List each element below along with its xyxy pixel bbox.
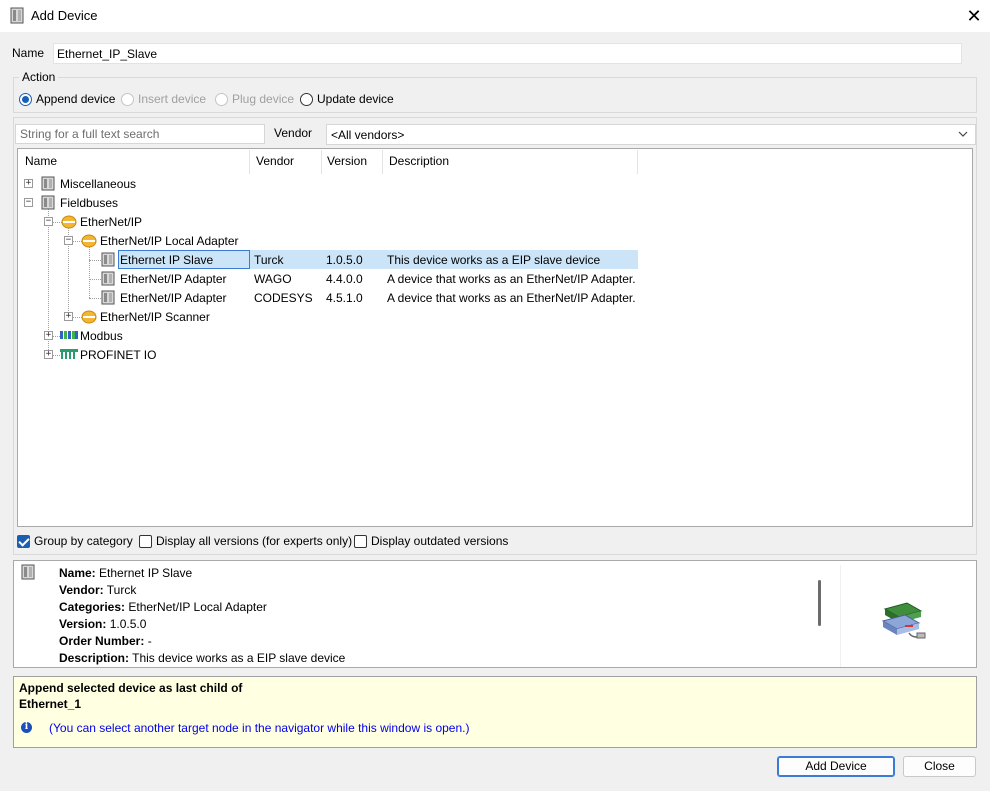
column-header-name[interactable]: Name — [19, 154, 57, 174]
table-cell-description: A device that works as an EtherNet/IP Ad… — [387, 272, 636, 286]
group-by-category-label[interactable]: Group by category — [34, 534, 133, 548]
collapse-icon[interactable]: − — [64, 236, 73, 245]
expand-icon[interactable]: + — [44, 350, 53, 359]
table-cell-vendor: WAGO — [254, 272, 292, 286]
display-outdated-label[interactable]: Display outdated versions — [371, 534, 508, 548]
collapse-icon[interactable]: − — [44, 217, 53, 226]
table-cell-vendor: Turck — [254, 253, 284, 267]
display-all-versions-checkbox[interactable] — [139, 535, 152, 548]
window-title: Add Device — [31, 8, 98, 23]
plug-device-radio — [215, 93, 228, 106]
column-header-description[interactable]: Description — [383, 154, 449, 174]
device-icon — [10, 7, 24, 24]
ethernet-ip-icon — [81, 234, 97, 248]
insert-device-radio — [121, 93, 134, 106]
expand-icon[interactable]: + — [24, 179, 33, 188]
tree-node-ethernet-ip-scanner[interactable]: EtherNet/IP Scanner — [100, 308, 210, 326]
device-icon — [41, 195, 55, 210]
update-device-radio[interactable] — [300, 93, 313, 106]
tree-line — [89, 279, 101, 280]
append-device-label[interactable]: Append device — [36, 92, 115, 106]
detail-version: Version: 1.0.5.0 — [59, 617, 147, 631]
chevron-down-icon[interactable] — [956, 127, 970, 141]
device-tree[interactable] — [17, 148, 973, 527]
device-preview-image — [840, 565, 960, 667]
insert-device-label: Insert device — [138, 92, 207, 106]
device-image-icon — [881, 602, 926, 639]
modbus-icon — [60, 331, 78, 339]
vendor-label: Vendor — [274, 126, 313, 140]
device-icon — [41, 176, 55, 191]
device-icon — [101, 271, 115, 286]
tree-line — [89, 246, 90, 298]
table-cell-description: A device that works as an EtherNet/IP Ad… — [387, 291, 636, 305]
ethernet-ip-icon — [81, 310, 97, 324]
tree-node-profinet-io[interactable]: PROFINET IO — [80, 346, 156, 364]
tree-line — [89, 260, 101, 261]
column-header-version[interactable]: Version — [321, 154, 367, 174]
ethernet-ip-icon — [61, 215, 77, 229]
vendor-select[interactable]: <All vendors> — [326, 124, 976, 145]
update-device-label[interactable]: Update device — [317, 92, 394, 106]
plug-device-label: Plug device — [232, 92, 295, 106]
column-header-vendor[interactable]: Vendor — [250, 154, 294, 174]
device-icon — [21, 564, 35, 580]
tree-node-modbus[interactable]: Modbus — [80, 327, 123, 345]
expand-icon[interactable]: + — [44, 331, 53, 340]
profinet-icon — [60, 349, 78, 359]
info-icon: i — [21, 722, 32, 733]
hint-line-1: Append selected device as last child of — [19, 681, 243, 695]
group-by-category-checkbox[interactable] — [17, 535, 30, 548]
expand-icon[interactable]: + — [64, 312, 73, 321]
detail-order-number: Order Number: - — [59, 634, 152, 648]
title-bar — [0, 0, 990, 32]
device-details-panel: Name: Ethernet IP Slave Vendor: Turck Ca… — [13, 560, 977, 668]
add-device-button[interactable]: Add Device — [777, 756, 895, 777]
table-cell-vendor: CODESYS — [254, 291, 313, 305]
hint-info-text: (You can select another target node in t… — [49, 721, 470, 735]
search-input[interactable]: String for a full text search — [15, 124, 265, 144]
details-scrollbar[interactable] — [818, 580, 821, 626]
table-cell-version: 4.4.0.0 — [326, 272, 363, 286]
tree-node-ethernet-ip[interactable]: EtherNet/IP — [80, 213, 142, 231]
table-cell-description: This device works as a EIP slave device — [387, 253, 601, 267]
name-label: Name — [12, 46, 45, 60]
collapse-icon[interactable]: − — [24, 198, 33, 207]
tree-node-ethernet-ip-adapter-wago[interactable]: EtherNet/IP Adapter — [120, 270, 227, 288]
close-icon[interactable]: ✕ — [962, 4, 986, 28]
tree-node-ethernet-ip-slave[interactable]: Ethernet IP Slave — [120, 251, 213, 269]
detail-name: Name: Ethernet IP Slave — [59, 566, 193, 580]
hint-target-node: Ethernet_1 — [19, 697, 82, 711]
close-button[interactable]: Close — [903, 756, 976, 777]
display-all-versions-label[interactable]: Display all versions (for experts only) — [156, 534, 352, 548]
tree-node-miscellaneous[interactable]: Miscellaneous — [60, 175, 136, 193]
detail-categories: Categories: EtherNet/IP Local Adapter — [59, 600, 267, 614]
append-device-radio[interactable] — [19, 93, 32, 106]
tree-node-ethernet-ip-local-adapter[interactable]: EtherNet/IP Local Adapter — [100, 232, 239, 250]
display-outdated-checkbox[interactable] — [354, 535, 367, 548]
detail-vendor: Vendor: Turck — [59, 583, 137, 597]
name-input[interactable] — [53, 43, 962, 64]
detail-description: Description: This device works as a EIP … — [59, 651, 346, 665]
tree-node-fieldbuses[interactable]: Fieldbuses — [60, 194, 118, 212]
tree-line — [89, 298, 101, 299]
tree-node-ethernet-ip-adapter-codesys[interactable]: EtherNet/IP Adapter — [120, 289, 227, 307]
column-separator[interactable] — [637, 150, 638, 174]
action-legend: Action — [19, 70, 59, 84]
table-cell-version: 4.5.1.0 — [326, 291, 363, 305]
table-cell-version: 1.0.5.0 — [326, 253, 363, 267]
device-icon — [101, 290, 115, 305]
device-icon — [101, 252, 115, 267]
